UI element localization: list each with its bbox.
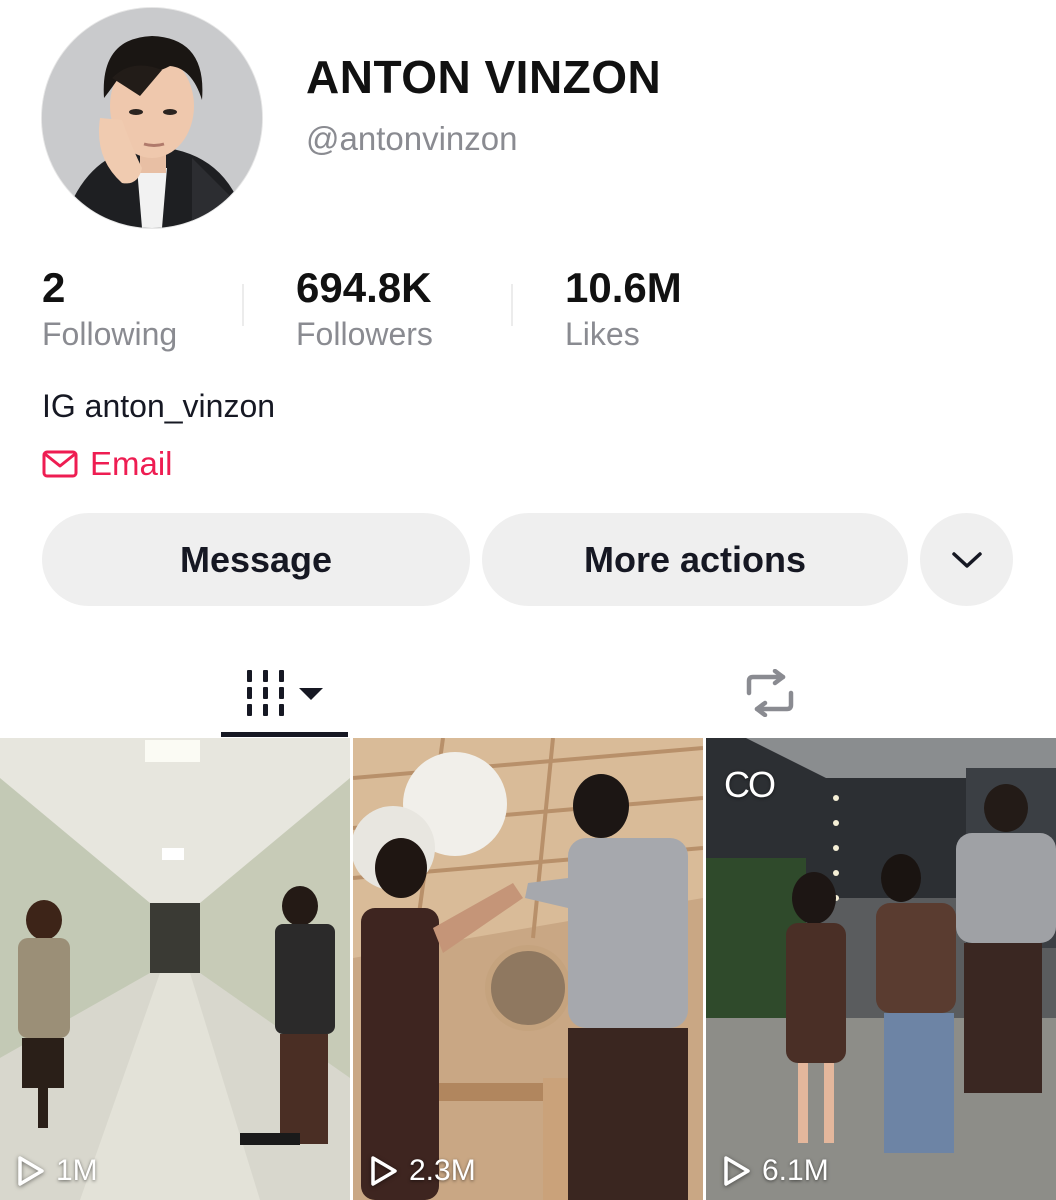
- following-count: 2: [42, 264, 66, 311]
- play-icon: [371, 1156, 397, 1186]
- followers-count: 694.8K: [296, 264, 432, 311]
- grid-icon: [246, 670, 323, 716]
- collab-badge: CO: [724, 764, 776, 805]
- more-actions-label: More actions: [583, 538, 807, 580]
- stat-divider: [511, 284, 513, 326]
- view-count-text: 1M: [56, 1154, 98, 1187]
- avatar-photo-icon: [42, 8, 262, 228]
- chevron-down-icon: [951, 551, 982, 568]
- following-label: Following: [42, 316, 178, 352]
- video-thumbnail-image: [706, 738, 1056, 1200]
- tab-videos[interactable]: [221, 648, 348, 738]
- mail-icon: [42, 450, 78, 478]
- video-thumbnail-image: [0, 738, 350, 1200]
- expand-suggestions-button[interactable]: [920, 513, 1013, 606]
- stat-following[interactable]: 2 Following: [42, 262, 177, 354]
- video-grid: 1M 2.3M CO 6.1M: [0, 738, 1056, 1200]
- tab-reposts[interactable]: [705, 648, 835, 738]
- message-button[interactable]: Message: [42, 513, 470, 606]
- active-tab-indicator: [221, 732, 348, 737]
- view-count: 6.1M: [722, 1154, 829, 1188]
- profile-handle: @antonvinzon: [306, 120, 518, 157]
- profile-bio: IG anton_vinzon: [42, 388, 276, 424]
- view-count: 1M: [16, 1154, 98, 1188]
- view-count-text: 2.3M: [409, 1154, 476, 1187]
- message-button-label: Message: [179, 538, 333, 580]
- email-label: Email: [90, 445, 173, 482]
- more-actions-button[interactable]: More actions: [482, 513, 908, 606]
- view-count-text: 6.1M: [762, 1154, 829, 1187]
- stat-likes[interactable]: 10.6M Likes: [565, 262, 682, 354]
- video-thumbnail[interactable]: CO 6.1M: [706, 738, 1056, 1200]
- video-thumbnail[interactable]: 2.3M: [353, 738, 703, 1200]
- stat-followers[interactable]: 694.8K Followers: [296, 262, 433, 354]
- followers-label: Followers: [296, 316, 433, 352]
- play-icon: [18, 1156, 44, 1186]
- view-count: 2.3M: [369, 1154, 476, 1188]
- email-link[interactable]: Email: [42, 442, 173, 486]
- play-icon: [724, 1156, 750, 1186]
- repost-icon: [746, 669, 794, 717]
- stat-divider: [242, 284, 244, 326]
- likes-count: 10.6M: [565, 264, 682, 311]
- video-thumbnail[interactable]: 1M: [0, 738, 350, 1200]
- profile-page: ANTON VINZON @antonvinzon 2 Following 69…: [0, 0, 1056, 1200]
- likes-label: Likes: [565, 316, 640, 352]
- video-thumbnail-image: [353, 738, 703, 1200]
- profile-avatar[interactable]: [42, 8, 262, 228]
- profile-name: ANTON VINZON: [306, 51, 662, 103]
